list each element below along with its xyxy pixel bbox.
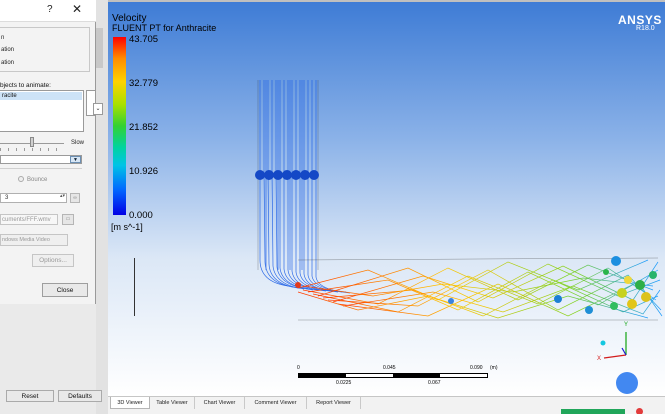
bounce-label: Bounce (27, 177, 48, 183)
infinity-button[interactable]: ∞ (70, 193, 80, 203)
reset-button[interactable]: Reset (6, 390, 54, 402)
scale-bar: 0 0.045 0.090 (m) 0.0225 0.067 (297, 364, 498, 394)
animation-type-option[interactable]: ation (1, 60, 14, 66)
vertical-streamlines (259, 80, 351, 294)
browse-folder-icon[interactable]: ▭ (62, 214, 74, 225)
scale-label: 0.067 (428, 380, 441, 386)
radio-icon (18, 176, 24, 182)
app-window: Velocity FLUENT PT for Anthracite 43.705… (0, 0, 665, 414)
stepper-arrows-icon[interactable]: ▴▾ (60, 194, 65, 199)
scale-unit: (m) (490, 365, 498, 371)
tab-chart-viewer[interactable]: Chart Viewer (195, 397, 245, 409)
speed-slider-thumb[interactable] (30, 137, 34, 147)
objects-label: bjects to animate: (0, 82, 51, 89)
objects-list[interactable]: racite (0, 90, 84, 132)
horizontal-streamlines (297, 259, 663, 319)
animation-type-option[interactable]: ation (1, 47, 14, 53)
triad-y-label: Y (624, 322, 628, 328)
tab-table-viewer[interactable]: Table Viewer (150, 397, 195, 409)
inlet-particles (255, 170, 319, 180)
bounce-radio[interactable]: Bounce (18, 176, 47, 183)
status-dot (636, 408, 643, 414)
particle-tracks: Y X (255, 80, 663, 394)
options-button[interactable]: Options... (32, 254, 74, 267)
close-button[interactable]: Close (42, 283, 88, 297)
animation-dialog: ? ✕ n ation ation bjects to animate: rac… (0, 0, 96, 304)
animation-type-option[interactable]: n (1, 35, 4, 41)
scale-label: 0.0225 (336, 380, 352, 386)
list-item[interactable]: racite (0, 92, 82, 100)
speed-slider-ticks (0, 148, 64, 151)
divider (0, 168, 82, 169)
scale-segment (299, 374, 346, 377)
scale-label: 0.090 (470, 365, 483, 371)
viewer-top-border (108, 0, 665, 2)
speed-slow-label: Slow (71, 140, 85, 146)
tab-comment-viewer[interactable]: Comment Viewer (245, 397, 307, 409)
file-path-field[interactable]: cuments/FFF.wmv (0, 214, 58, 225)
status-indicator (561, 409, 625, 414)
repeat-stepper[interactable]: 3 (0, 193, 67, 203)
3d-viewer[interactable]: Velocity FLUENT PT for Anthracite 43.705… (108, 0, 665, 396)
tab-report-viewer[interactable]: Report Viewer (307, 397, 361, 409)
scale-segment (393, 374, 440, 377)
viewer-tab-bar: 3D Viewer Table Viewer Chart Viewer Comm… (108, 396, 665, 414)
help-icon[interactable]: ? (47, 4, 53, 15)
chevron-down-icon[interactable]: ▼ (70, 156, 81, 163)
scale-label: 0.045 (383, 365, 396, 371)
scale-label: 0 (297, 365, 300, 371)
chevron-down-icon[interactable]: ⌄ (93, 103, 103, 115)
pipe-outline (257, 80, 659, 321)
triad-x-label: X (597, 356, 601, 362)
close-icon[interactable]: ✕ (72, 2, 82, 16)
panel-scrollbar[interactable] (96, 28, 103, 68)
tab-3d-viewer[interactable]: 3D Viewer (110, 397, 150, 409)
animation-type-group: n ation ation (0, 27, 90, 72)
defaults-button[interactable]: Defaults (58, 390, 102, 402)
format-select[interactable]: ndows Media Video (0, 234, 68, 246)
